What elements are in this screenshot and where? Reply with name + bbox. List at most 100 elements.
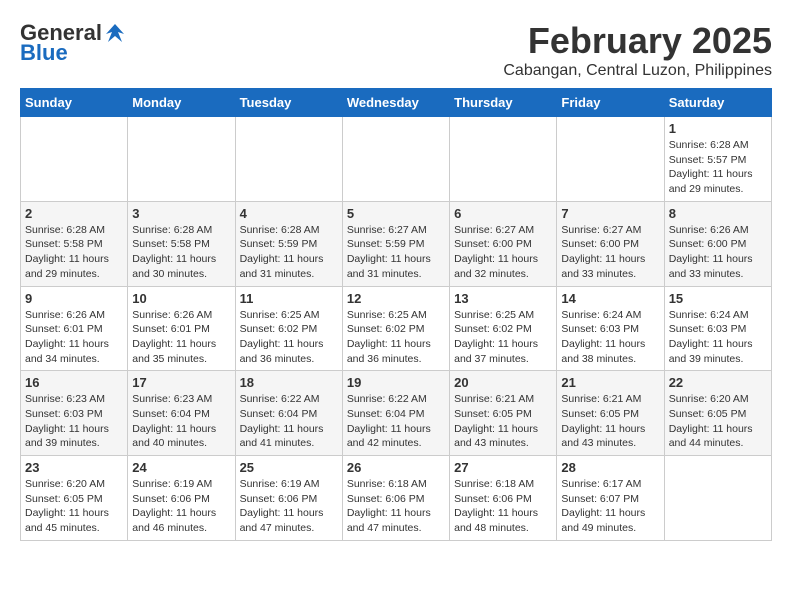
day-info: Sunrise: 6:17 AM Sunset: 6:07 PM Dayligh… xyxy=(561,477,659,536)
day-info: Sunrise: 6:21 AM Sunset: 6:05 PM Dayligh… xyxy=(561,392,659,451)
calendar-cell: 2 Sunrise: 6:28 AM Sunset: 5:58 PM Daylig… xyxy=(21,201,128,286)
day-info: Sunrise: 6:24 AM Sunset: 6:03 PM Dayligh… xyxy=(669,308,767,367)
logo-bird-icon xyxy=(104,22,126,44)
calendar-week-row: 16Sunrise: 6:23 AM Sunset: 6:03 PM Dayli… xyxy=(21,371,772,456)
calendar-cell: 16Sunrise: 6:23 AM Sunset: 6:03 PM Dayli… xyxy=(21,371,128,456)
title-area: February 2025 Cabangan, Central Luzon, P… xyxy=(503,20,772,80)
day-number: 8 xyxy=(669,206,767,221)
calendar-cell: 1Sunrise: 6:28 AM Sunset: 5:57 PM Daylig… xyxy=(664,117,771,202)
calendar-cell: 22 Sunrise: 6:20 AM Sunset: 6:05 PM Dayli… xyxy=(664,371,771,456)
day-number: 9 xyxy=(25,291,123,306)
day-info: Sunrise: 6:27 AM Sunset: 6:00 PM Dayligh… xyxy=(454,223,552,282)
day-info: Sunrise: 6:19 AM Sunset: 6:06 PM Dayligh… xyxy=(240,477,338,536)
day-info: Sunrise: 6:28 AM Sunset: 5:59 PM Dayligh… xyxy=(240,223,338,282)
calendar-cell xyxy=(450,117,557,202)
day-info: Sunrise: 6:18 AM Sunset: 6:06 PM Dayligh… xyxy=(454,477,552,536)
calendar-week-row: 2 Sunrise: 6:28 AM Sunset: 5:58 PM Daylig… xyxy=(21,201,772,286)
logo-blue-text: Blue xyxy=(20,40,68,66)
day-info: Sunrise: 6:21 AM Sunset: 6:05 PM Dayligh… xyxy=(454,392,552,451)
day-info: Sunrise: 6:20 AM Sunset: 6:05 PM Dayligh… xyxy=(669,392,767,451)
day-info: Sunrise: 6:25 AM Sunset: 6:02 PM Dayligh… xyxy=(240,308,338,367)
day-info: Sunrise: 6:27 AM Sunset: 6:00 PM Dayligh… xyxy=(561,223,659,282)
day-number: 20 xyxy=(454,375,552,390)
day-info: Sunrise: 6:19 AM Sunset: 6:06 PM Dayligh… xyxy=(132,477,230,536)
calendar-cell xyxy=(128,117,235,202)
day-number: 22 xyxy=(669,375,767,390)
month-title: February 2025 xyxy=(503,20,772,62)
day-info: Sunrise: 6:27 AM Sunset: 5:59 PM Dayligh… xyxy=(347,223,445,282)
day-info: Sunrise: 6:23 AM Sunset: 6:04 PM Dayligh… xyxy=(132,392,230,451)
day-number: 2 xyxy=(25,206,123,221)
day-number: 4 xyxy=(240,206,338,221)
calendar-cell: 8 Sunrise: 6:26 AM Sunset: 6:00 PM Daylig… xyxy=(664,201,771,286)
day-info: Sunrise: 6:28 AM Sunset: 5:58 PM Dayligh… xyxy=(132,223,230,282)
calendar-header-row: SundayMondayTuesdayWednesdayThursdayFrid… xyxy=(21,89,772,117)
calendar-cell: 6 Sunrise: 6:27 AM Sunset: 6:00 PM Daylig… xyxy=(450,201,557,286)
calendar-cell: 21 Sunrise: 6:21 AM Sunset: 6:05 PM Dayli… xyxy=(557,371,664,456)
day-number: 6 xyxy=(454,206,552,221)
calendar-week-row: 23 Sunrise: 6:20 AM Sunset: 6:05 PM Dayli… xyxy=(21,456,772,541)
day-number: 1 xyxy=(669,121,767,136)
calendar-cell: 26Sunrise: 6:18 AM Sunset: 6:06 PM Dayli… xyxy=(342,456,449,541)
calendar-table: SundayMondayTuesdayWednesdayThursdayFrid… xyxy=(20,88,772,541)
calendar-header-wednesday: Wednesday xyxy=(342,89,449,117)
day-info: Sunrise: 6:28 AM Sunset: 5:58 PM Dayligh… xyxy=(25,223,123,282)
calendar-cell: 7 Sunrise: 6:27 AM Sunset: 6:00 PM Daylig… xyxy=(557,201,664,286)
calendar-week-row: 9 Sunrise: 6:26 AM Sunset: 6:01 PM Daylig… xyxy=(21,286,772,371)
day-info: Sunrise: 6:26 AM Sunset: 6:00 PM Dayligh… xyxy=(669,223,767,282)
day-info: Sunrise: 6:25 AM Sunset: 6:02 PM Dayligh… xyxy=(347,308,445,367)
calendar-cell: 24 Sunrise: 6:19 AM Sunset: 6:06 PM Dayli… xyxy=(128,456,235,541)
day-info: Sunrise: 6:23 AM Sunset: 6:03 PM Dayligh… xyxy=(25,392,123,451)
day-number: 18 xyxy=(240,375,338,390)
day-number: 23 xyxy=(25,460,123,475)
calendar-header-friday: Friday xyxy=(557,89,664,117)
day-number: 5 xyxy=(347,206,445,221)
day-number: 10 xyxy=(132,291,230,306)
calendar-cell: 17 Sunrise: 6:23 AM Sunset: 6:04 PM Dayli… xyxy=(128,371,235,456)
calendar-header-sunday: Sunday xyxy=(21,89,128,117)
day-number: 13 xyxy=(454,291,552,306)
calendar-cell: 9 Sunrise: 6:26 AM Sunset: 6:01 PM Daylig… xyxy=(21,286,128,371)
calendar-week-row: 1Sunrise: 6:28 AM Sunset: 5:57 PM Daylig… xyxy=(21,117,772,202)
calendar-cell xyxy=(21,117,128,202)
calendar-cell: 5 Sunrise: 6:27 AM Sunset: 5:59 PM Daylig… xyxy=(342,201,449,286)
calendar-cell xyxy=(235,117,342,202)
day-number: 7 xyxy=(561,206,659,221)
day-number: 26 xyxy=(347,460,445,475)
day-info: Sunrise: 6:25 AM Sunset: 6:02 PM Dayligh… xyxy=(454,308,552,367)
day-number: 14 xyxy=(561,291,659,306)
day-info: Sunrise: 6:24 AM Sunset: 6:03 PM Dayligh… xyxy=(561,308,659,367)
calendar-cell: 14 Sunrise: 6:24 AM Sunset: 6:03 PM Dayli… xyxy=(557,286,664,371)
day-info: Sunrise: 6:22 AM Sunset: 6:04 PM Dayligh… xyxy=(240,392,338,451)
calendar-cell: 27Sunrise: 6:18 AM Sunset: 6:06 PM Dayli… xyxy=(450,456,557,541)
calendar-cell: 11 Sunrise: 6:25 AM Sunset: 6:02 PM Dayli… xyxy=(235,286,342,371)
page-header: General Blue February 2025 Cabangan, Cen… xyxy=(20,20,772,80)
day-number: 21 xyxy=(561,375,659,390)
calendar-header-tuesday: Tuesday xyxy=(235,89,342,117)
day-number: 11 xyxy=(240,291,338,306)
day-number: 24 xyxy=(132,460,230,475)
logo: General Blue xyxy=(20,20,126,66)
calendar-cell: 12 Sunrise: 6:25 AM Sunset: 6:02 PM Dayli… xyxy=(342,286,449,371)
location-title: Cabangan, Central Luzon, Philippines xyxy=(503,62,772,80)
calendar-cell: 3 Sunrise: 6:28 AM Sunset: 5:58 PM Daylig… xyxy=(128,201,235,286)
calendar-cell: 18 Sunrise: 6:22 AM Sunset: 6:04 PM Dayli… xyxy=(235,371,342,456)
calendar-cell: 15 Sunrise: 6:24 AM Sunset: 6:03 PM Dayli… xyxy=(664,286,771,371)
calendar-header-saturday: Saturday xyxy=(664,89,771,117)
calendar-cell: 4 Sunrise: 6:28 AM Sunset: 5:59 PM Daylig… xyxy=(235,201,342,286)
day-info: Sunrise: 6:26 AM Sunset: 6:01 PM Dayligh… xyxy=(132,308,230,367)
day-number: 3 xyxy=(132,206,230,221)
calendar-cell: 19Sunrise: 6:22 AM Sunset: 6:04 PM Dayli… xyxy=(342,371,449,456)
day-number: 17 xyxy=(132,375,230,390)
calendar-cell: 13 Sunrise: 6:25 AM Sunset: 6:02 PM Dayli… xyxy=(450,286,557,371)
calendar-cell: 25 Sunrise: 6:19 AM Sunset: 6:06 PM Dayli… xyxy=(235,456,342,541)
calendar-cell xyxy=(557,117,664,202)
day-number: 12 xyxy=(347,291,445,306)
day-info: Sunrise: 6:20 AM Sunset: 6:05 PM Dayligh… xyxy=(25,477,123,536)
calendar-header-thursday: Thursday xyxy=(450,89,557,117)
day-info: Sunrise: 6:26 AM Sunset: 6:01 PM Dayligh… xyxy=(25,308,123,367)
day-number: 28 xyxy=(561,460,659,475)
day-info: Sunrise: 6:22 AM Sunset: 6:04 PM Dayligh… xyxy=(347,392,445,451)
day-number: 15 xyxy=(669,291,767,306)
day-number: 25 xyxy=(240,460,338,475)
